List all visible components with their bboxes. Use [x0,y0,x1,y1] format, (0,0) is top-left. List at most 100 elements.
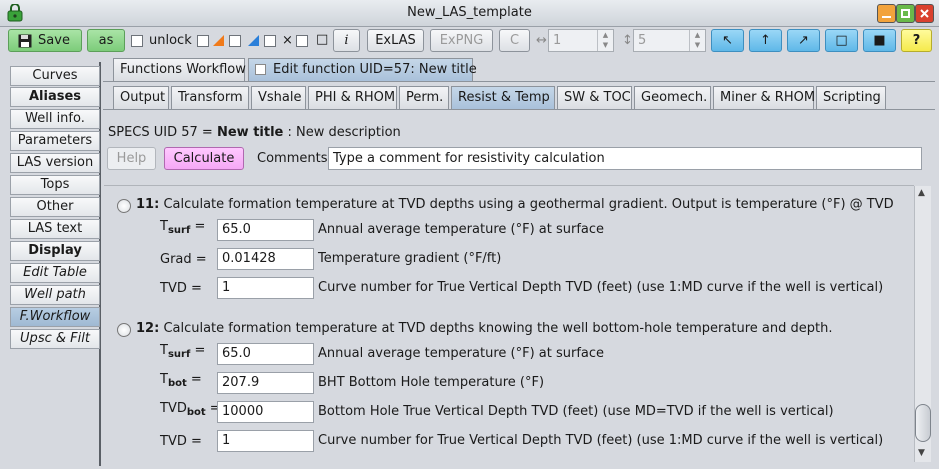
expng-button[interactable]: ExPNG [430,29,493,52]
param-label: TVD = [160,434,202,449]
vertical-scrollbar[interactable]: ▲ ▼ [914,186,931,462]
comments-input[interactable]: Type a comment for resistivity calculati… [328,147,922,170]
sidebar-item-f-workflow[interactable]: F.Workflow [10,307,100,327]
exlas-button[interactable]: ExLAS [367,29,424,52]
square-filled-button[interactable]: ■ [863,29,896,52]
sidebar-item-aliases[interactable]: Aliases [10,87,100,107]
sidebar-item-curves[interactable]: Curves [10,66,100,86]
param-desc: Annual average temperature (°F) at surfa… [318,222,605,237]
tab-vshale[interactable]: Vshale [251,86,306,109]
param-desc: Temperature gradient (°F/ft) [318,251,502,266]
tab-resist-temp[interactable]: Resist & Temp [451,86,555,109]
tabs-func-baseline [103,109,935,110]
option-checkbox-4[interactable] [296,35,308,47]
specs-prefix: SPECS UID 57 = [108,125,217,140]
tbot-input[interactable]: 207.9 [217,372,314,394]
grad-input[interactable]: 0.01428 [217,248,314,270]
tvd-input[interactable]: 1 [217,277,314,299]
sidebar-item-parameters[interactable]: Parameters [10,131,100,151]
options-panel: 11: Calculate formation temperature at T… [104,185,914,461]
triangle-blue-icon [248,35,259,46]
tab-output[interactable]: Output [113,86,169,109]
calculate-button[interactable]: Calculate [164,147,244,170]
height-icon: ↕ [622,33,633,48]
sidebar-item-well-path[interactable]: Well path [10,285,100,305]
unlock-label: unlock [149,33,192,48]
tab-miner-rhom[interactable]: Miner & RHOM [713,86,815,109]
param-label: Tsurf = [160,343,206,360]
width-spinner[interactable]: 1 ▲ ▼ [548,29,614,52]
option-11-heading: 11: Calculate formation temperature at T… [136,197,894,212]
sidebar-item-las-version[interactable]: LAS version [10,153,100,173]
sidebar-item-edit-table[interactable]: Edit Table [10,263,100,283]
param-desc: Bottom Hole True Vertical Depth TVD (fee… [318,404,834,419]
save-label: Save [38,33,70,48]
option-12-num: 12: [136,321,160,336]
unlock-checkbox[interactable] [131,35,143,47]
help-button[interactable]: Help [107,147,156,170]
floppy-icon [18,34,32,48]
option-12-radio[interactable] [117,323,131,337]
spinner-arrows-icon[interactable]: ▲ ▼ [597,30,613,51]
option-11-num: 11: [136,197,160,212]
close-button[interactable] [915,4,934,23]
param-desc: BHT Bottom Hole temperature (°F) [318,375,545,390]
triangle-orange-icon [213,35,224,46]
sidebar-item-upsc-filt[interactable]: Upsc & Filt [10,329,100,349]
tab-functions-workflow[interactable]: Functions Workflow [113,58,246,81]
scroll-down-icon[interactable]: ▼ [918,448,925,458]
c-button[interactable]: C [499,29,530,52]
comments-label: Comments: [257,151,332,166]
option-checkbox-3[interactable] [264,35,276,47]
square-label: □ [316,32,329,47]
scroll-up-icon[interactable]: ▲ [918,188,925,198]
tab-phi-rhom[interactable]: PHI & RHOM [308,86,397,109]
tvd-input[interactable]: 1 [217,430,314,452]
close-icon [920,9,929,18]
sidebar-item-display[interactable]: Display [10,241,100,261]
window-title: New_LAS_template [407,5,532,20]
toolbar: Save as unlock × □ i ExLAS ExPNG C ↔ 1 ▲… [0,27,939,57]
minimize-button[interactable] [877,4,896,23]
option-12-text: Calculate formation temperature at TVD d… [163,321,833,336]
help-question-button[interactable]: ? [901,29,932,52]
arrow-up-button[interactable]: ↑ [749,29,782,52]
param-label: Tsurf = [160,219,206,236]
sidebar-item-tops[interactable]: Tops [10,175,100,195]
save-as-button[interactable]: as [87,29,125,52]
width-icon: ↔ [536,33,547,48]
height-value: 5 [638,33,647,48]
option-12-heading: 12: Calculate formation temperature at T… [136,321,832,336]
tab-transform[interactable]: Transform [171,86,249,109]
sidebar-item-well-info[interactable]: Well info. [10,109,100,129]
square-outline-button[interactable]: □ [825,29,858,52]
param-desc: Annual average temperature (°F) at surfa… [318,346,605,361]
arrow-ne-button[interactable]: ↗ [787,29,820,52]
tsurf-input[interactable]: 65.0 [217,219,314,241]
arrow-nw-button[interactable]: ↖ [711,29,744,52]
tab-geomech[interactable]: Geomech. [634,86,711,109]
option-checkbox-2[interactable] [229,35,241,47]
spinner-arrows-icon[interactable]: ▲ ▼ [689,30,705,51]
tab-edit-function[interactable]: Edit function UID=57: New title [248,58,477,81]
tab-scripting[interactable]: Scripting [816,86,886,109]
maximize-button[interactable] [896,4,915,23]
scrollbar-thumb[interactable] [915,404,931,442]
option-11-radio[interactable] [117,199,131,213]
tvdbot-input[interactable]: 10000 [217,401,314,423]
option-11-text: Calculate formation temperature at TVD d… [163,197,894,212]
tsurf-input[interactable]: 65.0 [217,343,314,365]
tab-perm[interactable]: Perm. [399,86,449,109]
sidebar-item-other[interactable]: Other [10,197,100,217]
option-checkbox-1[interactable] [197,35,209,47]
specs-line: SPECS UID 57 = New title : New descripti… [108,125,401,140]
width-value: 1 [553,33,562,48]
tabs-top-baseline [103,81,935,82]
tab-sw-toc[interactable]: SW & TOC [557,86,632,109]
sidebar-item-las-text[interactable]: LAS text [10,219,100,239]
height-spinner[interactable]: 5 ▲ ▼ [633,29,706,52]
info-button[interactable]: i [333,29,360,52]
document-icon [255,64,266,75]
specs-desc: : New description [283,125,401,140]
save-button[interactable]: Save [8,29,82,52]
